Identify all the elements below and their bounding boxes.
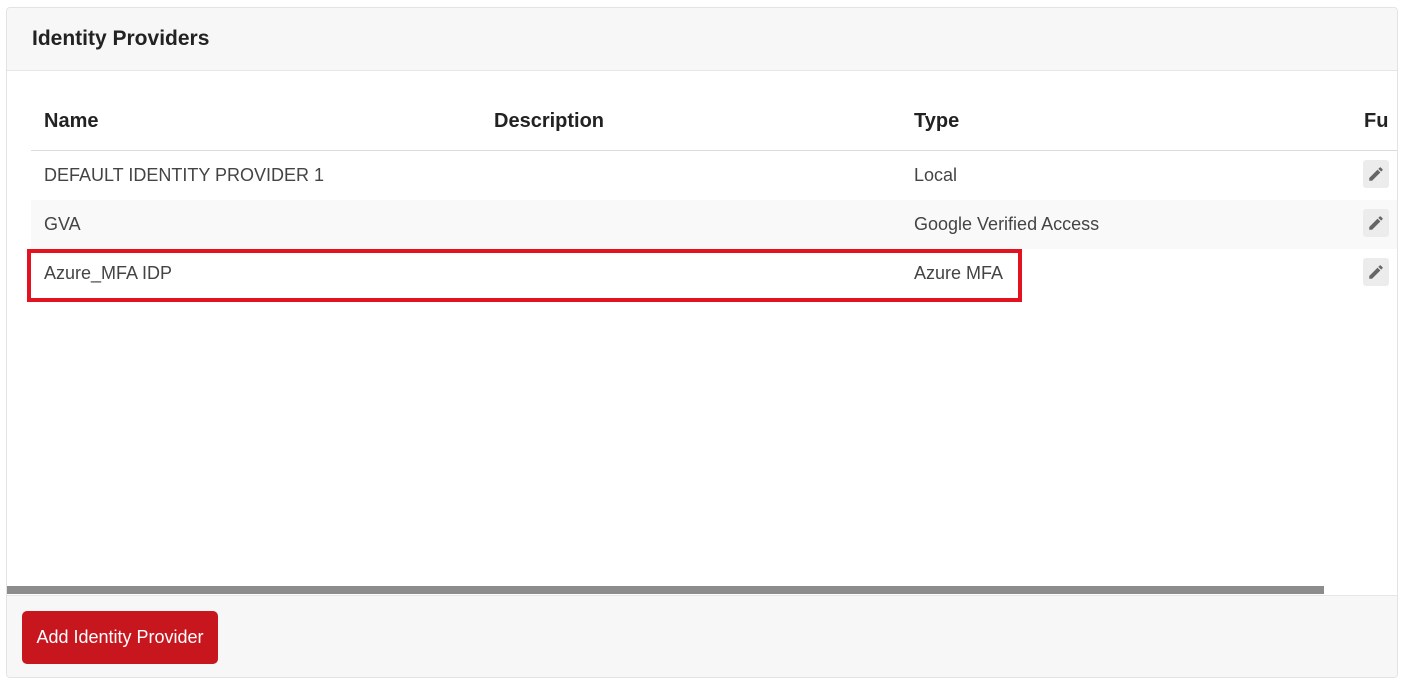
- table-row[interactable]: GVA Google Verified Access: [31, 200, 1397, 249]
- identity-providers-table: Name Description Type Fu DEFAULT IDENTIT…: [7, 72, 1397, 592]
- row-name: GVA: [44, 214, 81, 234]
- column-header-description[interactable]: Description: [494, 110, 604, 133]
- horizontal-scrollbar[interactable]: [7, 586, 1324, 594]
- column-header-name[interactable]: Name: [44, 110, 98, 133]
- table-row[interactable]: Azure_MFA IDP Azure MFA: [31, 249, 1397, 298]
- row-name: Azure_MFA IDP: [44, 263, 173, 283]
- add-identity-provider-button[interactable]: Add Identity Provider: [22, 611, 218, 664]
- pencil-icon: [1369, 216, 1383, 230]
- panel-title: Identity Providers: [32, 27, 210, 50]
- table-row[interactable]: DEFAULT IDENTITY PROVIDER 1 Local: [31, 151, 1397, 200]
- edit-button[interactable]: [1363, 209, 1389, 237]
- row-name: DEFAULT IDENTITY PROVIDER 1: [44, 165, 325, 185]
- edit-button[interactable]: [1363, 160, 1389, 188]
- panel-header: Identity Providers: [7, 8, 1397, 71]
- pencil-icon: [1369, 265, 1383, 279]
- edit-button[interactable]: [1363, 258, 1389, 286]
- identity-providers-panel: Identity Providers Name Description Type…: [6, 7, 1398, 678]
- column-header-functions[interactable]: Fu: [1364, 110, 1388, 133]
- row-type: Local: [914, 165, 958, 185]
- pencil-icon: [1369, 167, 1383, 181]
- row-type: Azure MFA: [914, 263, 1004, 283]
- panel-footer: Add Identity Provider: [7, 595, 1397, 677]
- row-type: Google Verified Access: [914, 214, 1100, 234]
- column-header-type[interactable]: Type: [914, 110, 959, 133]
